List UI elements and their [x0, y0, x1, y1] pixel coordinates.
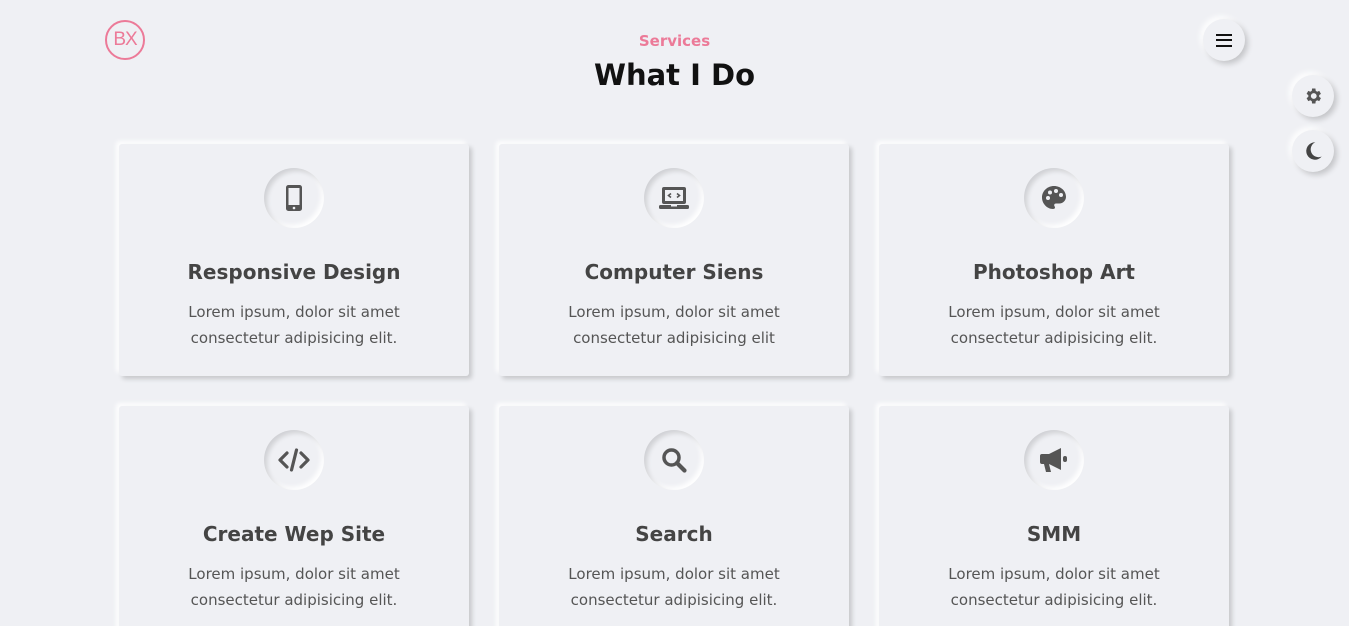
code-icon [278, 448, 310, 472]
service-icon-circle [264, 430, 324, 490]
service-icon-circle [1024, 430, 1084, 490]
section-subtitle: Services [638, 32, 711, 50]
service-card: SMM Lorem ipsum, dolor sit amet consecte… [879, 406, 1229, 626]
service-card: Search Lorem ipsum, dolor sit amet conse… [499, 406, 849, 626]
services-grid: Responsive Design Lorem ipsum, dolor sit… [119, 144, 1229, 626]
megaphone-icon [1040, 448, 1067, 472]
service-title: Computer Siens [584, 260, 764, 284]
service-icon-circle [644, 430, 704, 490]
mobile-icon [286, 185, 302, 211]
service-title: Photoshop Art [972, 260, 1135, 284]
service-title: Search [635, 522, 713, 546]
service-card: Create Wep Site Lorem ipsum, dolor sit a… [119, 406, 469, 626]
service-description: Lorem ipsum, dolor sit amet consectetur … [188, 565, 400, 609]
laptop-code-icon [659, 187, 689, 209]
service-title: Responsive Design [187, 260, 401, 284]
service-card: Photoshop Art Lorem ipsum, dolor sit ame… [879, 144, 1229, 376]
service-description: Lorem ipsum, dolor sit amet consectetur … [948, 565, 1160, 609]
service-icon-circle [644, 168, 704, 228]
service-icon-circle [1024, 168, 1084, 228]
palette-icon [1042, 186, 1066, 209]
search-icon [662, 448, 687, 473]
hamburger-icon [1216, 33, 1232, 47]
settings-button[interactable] [1292, 75, 1334, 117]
service-description: Lorem ipsum, dolor sit amet consectetur … [948, 303, 1160, 347]
services-page: BX Services What I Do Responsive Design … [0, 0, 1349, 626]
moon-icon [1306, 142, 1322, 160]
service-title: SMM [1026, 522, 1082, 546]
service-title: Create Wep Site [202, 522, 386, 546]
section-title: What I Do [593, 58, 756, 92]
service-description: Lorem ipsum, dolor sit amet consectetur … [188, 303, 400, 347]
service-card: Responsive Design Lorem ipsum, dolor sit… [119, 144, 469, 376]
menu-button[interactable] [1203, 19, 1245, 61]
service-card: Computer Siens Lorem ipsum, dolor sit am… [499, 144, 849, 376]
theme-toggle-button[interactable] [1292, 130, 1334, 172]
service-description: Lorem ipsum, dolor sit amet consectetur … [568, 303, 780, 347]
gear-icon [1306, 88, 1321, 104]
service-icon-circle [264, 168, 324, 228]
service-description: Lorem ipsum, dolor sit amet consectetur … [568, 565, 780, 609]
